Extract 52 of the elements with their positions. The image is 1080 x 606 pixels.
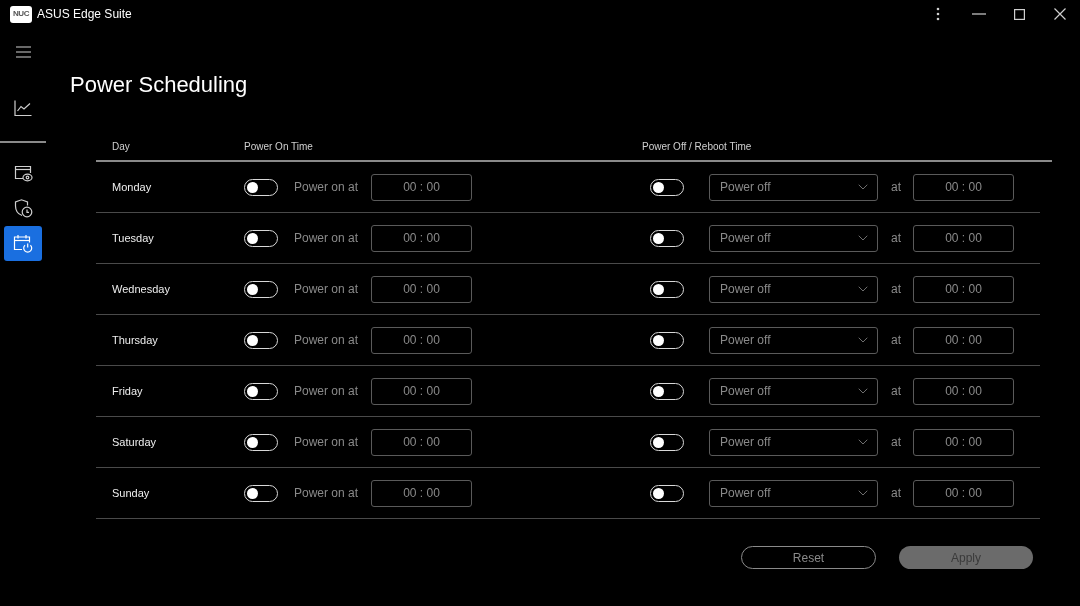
at-label: at (891, 179, 902, 196)
day-label: Wednesday (112, 281, 171, 297)
day-label: Monday (112, 179, 153, 195)
time-field[interactable]: 00 : 00 (913, 173, 1014, 201)
at-label: at (891, 485, 902, 502)
time-field[interactable]: 00 : 00 (913, 428, 1014, 456)
day-label: Thursday (112, 332, 159, 348)
time-field[interactable]: 00 : 00 (371, 428, 472, 456)
window-eye-icon (13, 165, 33, 182)
time-field[interactable]: 00 : 00 (371, 275, 472, 303)
time-field[interactable]: 00 : 00 (913, 377, 1014, 405)
at-label: at (891, 434, 902, 451)
power-on-label: Power on at (294, 179, 360, 196)
action-dropdown[interactable]: Power off (709, 377, 878, 405)
column-header: Day (112, 139, 131, 154)
power-on-label: Power on at (294, 485, 360, 502)
column-header: Power On Time (244, 139, 314, 154)
time-field[interactable]: 00 : 00 (913, 479, 1014, 507)
action-dropdown[interactable]: Power off (709, 428, 878, 456)
time-field[interactable]: 00 : 00 (371, 173, 472, 201)
shield-clock-icon (13, 199, 33, 218)
app-logo: NUC (10, 5, 32, 23)
day-label: Tuesday (112, 230, 155, 246)
action-dropdown[interactable]: Power off (709, 173, 878, 201)
page-title: Power Scheduling (70, 71, 248, 99)
at-label: at (891, 230, 902, 247)
action-dropdown[interactable]: Power off (709, 275, 878, 303)
time-field[interactable]: 00 : 00 (371, 479, 472, 507)
power-on-label: Power on at (294, 383, 360, 400)
at-label: at (891, 281, 902, 298)
at-label: at (891, 383, 902, 400)
calendar-power-icon (13, 233, 33, 254)
day-label: Friday (112, 383, 144, 399)
power-on-label: Power on at (294, 281, 360, 298)
line-chart-icon (14, 99, 32, 116)
time-field[interactable]: 00 : 00 (913, 275, 1014, 303)
day-label: Saturday (112, 434, 158, 450)
action-dropdown[interactable]: Power off (709, 479, 878, 507)
action-dropdown[interactable]: Power off (709, 224, 878, 252)
power-on-label: Power on at (294, 332, 360, 349)
time-field[interactable]: 00 : 00 (913, 224, 1014, 252)
time-field[interactable]: 00 : 00 (371, 326, 472, 354)
action-dropdown[interactable]: Power off (709, 326, 878, 354)
time-field[interactable]: 00 : 00 (371, 224, 472, 252)
power-on-label: Power on at (294, 230, 360, 247)
window-title: ASUS Edge Suite (37, 6, 132, 23)
time-field[interactable]: 00 : 00 (913, 326, 1014, 354)
day-label: Sunday (112, 485, 151, 501)
column-header: Power Off / Reboot Time (642, 139, 752, 154)
at-label: at (891, 332, 902, 349)
time-field[interactable]: 00 : 00 (371, 377, 472, 405)
power-on-label: Power on at (294, 434, 360, 451)
